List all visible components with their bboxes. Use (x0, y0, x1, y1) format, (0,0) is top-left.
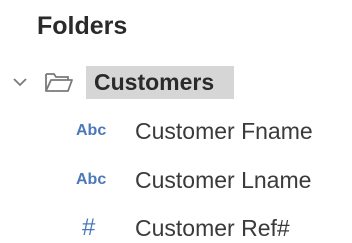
string-type-icon: Abc (76, 122, 107, 139)
field-name: Customer Fname (135, 117, 313, 144)
field-item[interactable]: Abc Customer Lname (76, 164, 311, 196)
chevron-down-icon[interactable] (10, 72, 30, 92)
number-type-icon: # (82, 214, 96, 241)
folder-row-customers[interactable]: Customers (10, 64, 235, 100)
data-pane: Folders Customers Abc Customer Fname Abc… (0, 0, 352, 243)
field-name: Customer Ref# (135, 214, 290, 241)
string-type-icon: Abc (76, 171, 107, 188)
field-item[interactable]: Abc Customer Fname (76, 115, 313, 147)
field-item[interactable]: # Customer Ref# (76, 212, 290, 243)
folders-heading: Folders (37, 12, 128, 40)
open-folder-icon (44, 71, 74, 93)
folder-label: Customers (86, 65, 235, 99)
field-name: Customer Lname (135, 166, 312, 193)
